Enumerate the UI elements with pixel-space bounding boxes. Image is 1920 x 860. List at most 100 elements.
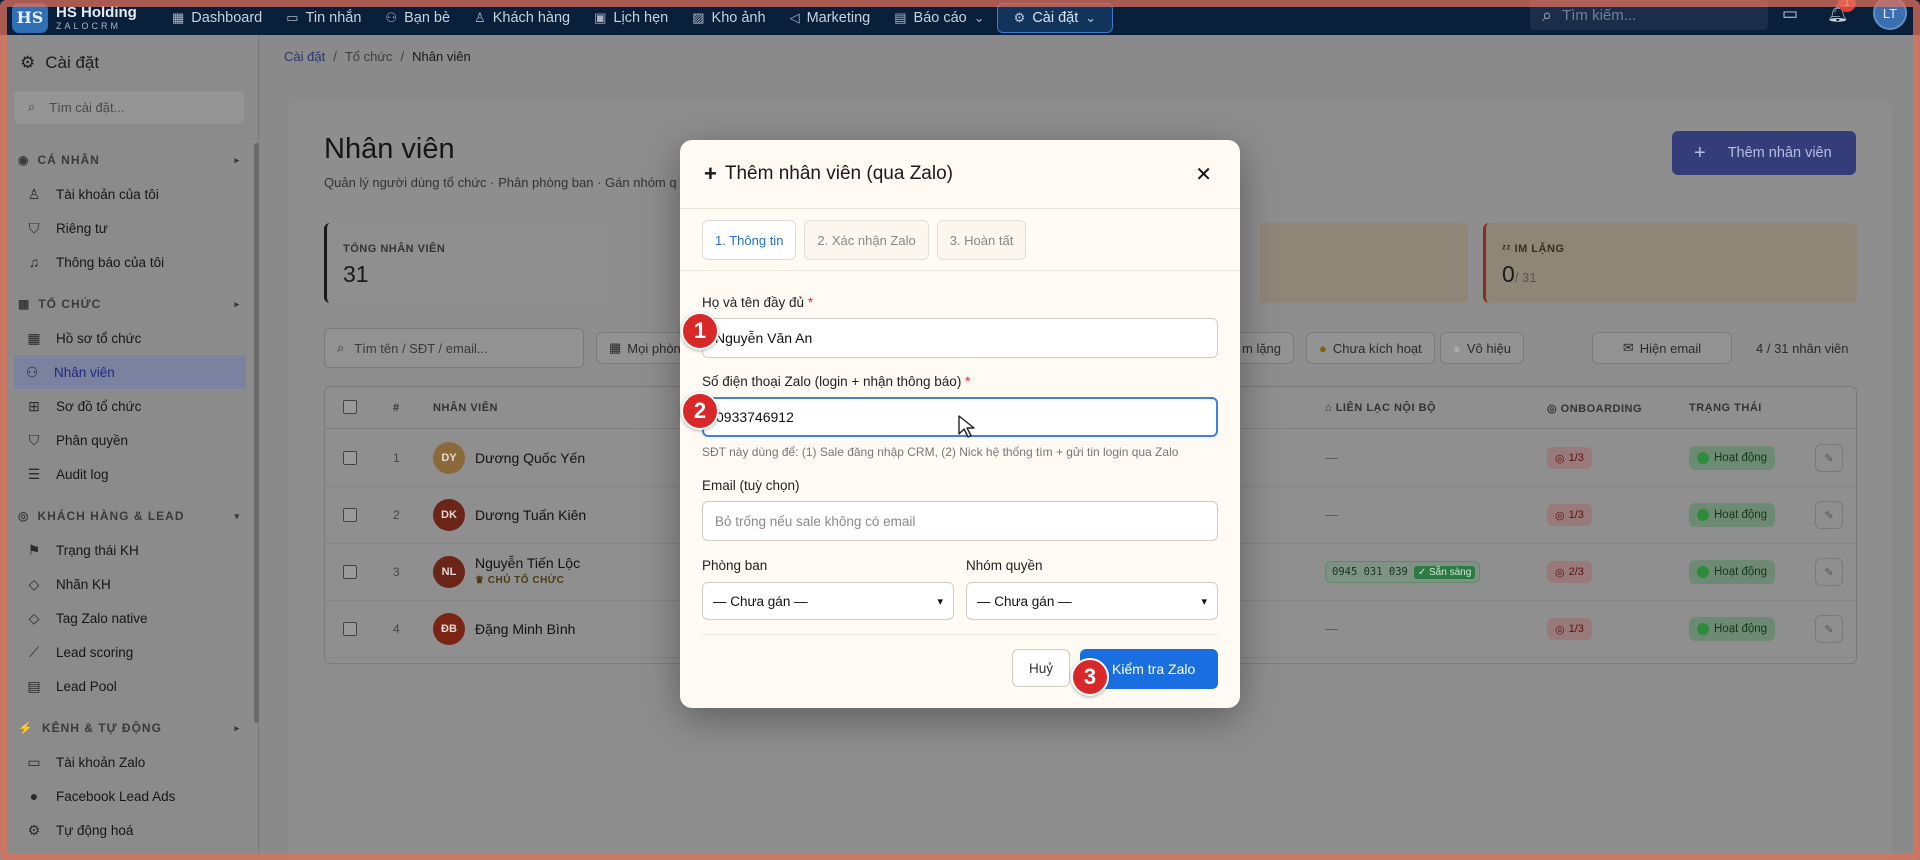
sidebar-title: ⚙ Cài đặt <box>0 35 258 73</box>
nav-label: Kho ảnh <box>711 9 766 26</box>
top-navbar: HS HS Holding ZALOCRM ▦ Dashboard ▭ Tin nh… <box>0 0 1920 35</box>
global-search-input[interactable]: ⌕ Tìm kiếm... <box>1530 0 1768 30</box>
brand[interactable]: HS HS Holding ZALOCRM <box>0 2 160 33</box>
sidebar-item-label: Tag Zalo native <box>56 610 148 626</box>
sidebar-item-lead-pool[interactable]: ▤ Lead Pool <box>0 669 258 703</box>
add-staff-button[interactable]: + Thêm nhân viên <box>1672 131 1856 175</box>
building-icon: ▦ <box>18 297 31 311</box>
user-avatar[interactable]: LT <box>1873 0 1907 30</box>
internal-contact-tag[interactable]: 0945 031 039 ✓ Sẵn sàng <box>1325 561 1481 583</box>
sidebar-item-facebook-lead-ads[interactable]: ● Facebook Lead Ads <box>0 779 258 813</box>
show-email-toggle[interactable]: ✉ Hiện email <box>1592 332 1732 364</box>
stat-value: 31 <box>343 261 369 287</box>
gear-icon: ⚙ <box>1013 9 1026 25</box>
sidebar-item-label: Trạng thái KH <box>56 542 139 558</box>
select-all-checkbox[interactable] <box>343 400 357 414</box>
sidebar-item-customer-labels[interactable]: ◇ Nhãn KH <box>0 567 258 601</box>
settings-sidebar: ⚙ Cài đặt ⌕ Tìm cài đặt... ◉ CÁ NHÂN ▸ ♙ Tài … <box>0 35 259 860</box>
row-checkbox[interactable] <box>343 451 357 465</box>
th-staff[interactable]: NHÂN VIÊN <box>433 402 498 414</box>
nav-marketing[interactable]: ◁ Marketing <box>778 0 883 35</box>
stepper: 1. Thông tin 2. Xác nhận Zalo 3. Hoàn tấ… <box>702 220 1027 260</box>
step-confirm-zalo[interactable]: 2. Xác nhận Zalo <box>804 220 929 260</box>
sidebar-scrollbar[interactable] <box>254 143 259 723</box>
edit-icon[interactable]: ✎ <box>1815 501 1843 529</box>
shield-icon: ⛉ <box>28 219 40 236</box>
sidebar-item-org-profile[interactable]: ▦ Hồ sơ tổ chức <box>0 321 258 355</box>
users-icon: ⚇ <box>385 9 398 25</box>
search-icon: ⌕ <box>1542 4 1553 25</box>
onboarding-badge: ◎ 2/3 <box>1547 561 1592 583</box>
sidebar-item-audit-log[interactable]: ☰ Audit log <box>0 457 258 491</box>
sidebar-item-org-chart[interactable]: ⊞ Sơ đồ tổ chức <box>0 389 258 423</box>
cancel-button[interactable]: Huỷ <box>1012 649 1070 687</box>
step-info[interactable]: 1. Thông tin <box>702 220 797 260</box>
filter-disabled-chip[interactable]: ● Vô hiệu <box>1440 332 1524 364</box>
nav-settings[interactable]: ⚙ Cài đặt ⌄ <box>996 2 1114 33</box>
sidebar-item-my-account[interactable]: ♙ Tài khoản của tôi <box>0 177 258 211</box>
close-icon[interactable]: ✕ <box>1195 162 1212 187</box>
chip-label: Chưa kích hoạt <box>1332 340 1422 356</box>
sidebar-item-my-notifications[interactable]: ♫ Thông báo của tôi <box>0 245 258 279</box>
edit-icon[interactable]: ✎ <box>1815 615 1843 643</box>
sidebar-section-channels-automation[interactable]: ⚡ KÊNH & TỰ ĐỘNG ▸ <box>0 711 258 745</box>
sidebar-item-automation[interactable]: ⚙ Tự động hoá <box>0 813 258 847</box>
trend-icon: ⟋ <box>29 643 39 660</box>
sidebar-item-label: Tài khoản Zalo <box>56 754 146 770</box>
sidebar-item-staff[interactable]: ⚇ Nhân viên <box>14 355 246 389</box>
sidebar-item-label: Hồ sơ tổ chức <box>56 330 142 346</box>
green-dot-icon <box>1697 566 1709 578</box>
target-icon: ◎ <box>1555 623 1565 636</box>
sidebar-item-lead-scoring[interactable]: ⟋ Lead scoring <box>0 635 258 669</box>
row-checkbox[interactable] <box>343 508 357 522</box>
email-input[interactable]: Bỏ trống nếu sale không có email <box>702 501 1218 541</box>
row-checkbox[interactable] <box>343 565 357 579</box>
sidebar-section-organization[interactable]: ▦ TỔ CHỨC ▸ <box>0 287 258 321</box>
department-label: Phòng ban <box>702 558 768 573</box>
role-text: CHỦ TỔ CHỨC <box>487 575 565 586</box>
nav-customers[interactable]: ♙ Khách hàng <box>462 0 582 35</box>
sidebar-item-permissions[interactable]: ⛉ Phân quyền <box>0 423 258 457</box>
nav-friends[interactable]: ⚇ Bạn bè <box>373 0 462 35</box>
devices-icon[interactable]: ▭ <box>1782 4 1798 24</box>
staff-name[interactable]: Dương Quốc Yến <box>475 450 585 466</box>
chevron-icon: ▸ <box>234 722 240 733</box>
nav-messages[interactable]: ▭ Tin nhắn <box>274 0 373 35</box>
role-group-select[interactable]: — Chưa gán — ▾ <box>966 582 1218 620</box>
nav-appointments[interactable]: ▣ Lịch hẹn <box>582 0 680 35</box>
role-group-label: Nhóm quyền <box>966 558 1043 573</box>
breadcrumb-current: Nhân viên <box>412 49 471 64</box>
step-done[interactable]: 3. Hoàn tất <box>936 220 1027 260</box>
building-icon: ▦ <box>609 340 622 355</box>
edit-icon[interactable]: ✎ <box>1815 444 1843 472</box>
staff-name[interactable]: Đặng Minh Bình <box>475 621 575 637</box>
nav-reports[interactable]: ▤ Báo cáo ⌄ <box>882 0 996 35</box>
filter-inactive-chip[interactable]: ● Chưa kích hoạt <box>1306 332 1435 364</box>
row-checkbox[interactable] <box>343 622 357 636</box>
sidebar-item-label: Facebook Lead Ads <box>56 788 176 804</box>
nav-dashboard[interactable]: ▦ Dashboard <box>160 0 274 35</box>
stat-value-num: 0 <box>1502 261 1515 287</box>
sidebar-item-label: Riêng tư <box>56 220 108 236</box>
staff-name[interactable]: Nguyễn Tiến Lộc <box>475 555 580 571</box>
sidebar-section-personal[interactable]: ◉ CÁ NHÂN ▸ <box>0 143 258 177</box>
settings-search-input[interactable]: ⌕ Tìm cài đặt... <box>14 91 244 123</box>
sidebar-item-customer-status[interactable]: ⚑ Trạng thái KH <box>0 533 258 567</box>
edit-icon[interactable]: ✎ <box>1815 558 1843 586</box>
department-select[interactable]: — Chưa gán — ▾ <box>702 582 954 620</box>
th-onboarding-text: ONBOARDING <box>1560 403 1643 415</box>
breadcrumb-settings[interactable]: Cài đặt <box>284 49 325 64</box>
chevron-down-icon: ▾ <box>1201 595 1207 608</box>
onboarding-badge: ◎ 1/3 <box>1547 447 1592 469</box>
nav-gallery[interactable]: ▨ Kho ảnh <box>680 0 777 35</box>
onboarding-value: 2/3 <box>1568 566 1584 578</box>
staff-name[interactable]: Dương Tuấn Kiên <box>475 507 586 523</box>
sidebar-item-zalo-tags[interactable]: ◇ Tag Zalo native <box>0 601 258 635</box>
sidebar-item-zalo-accounts[interactable]: ▭ Tài khoản Zalo <box>0 745 258 779</box>
staff-search-input[interactable]: ⌕ Tìm tên / SĐT / email... <box>324 328 584 368</box>
full-name-input[interactable]: Nguyễn Văn An <box>702 318 1218 358</box>
section-label: KÊNH & TỰ ĐỘNG <box>41 721 162 735</box>
breadcrumb-organization[interactable]: Tổ chức <box>345 49 393 64</box>
sidebar-section-customers-leads[interactable]: ◎ KHÁCH HÀNG & LEAD ▾ <box>0 499 258 533</box>
sidebar-item-privacy[interactable]: ⛉ Riêng tư <box>0 211 258 245</box>
